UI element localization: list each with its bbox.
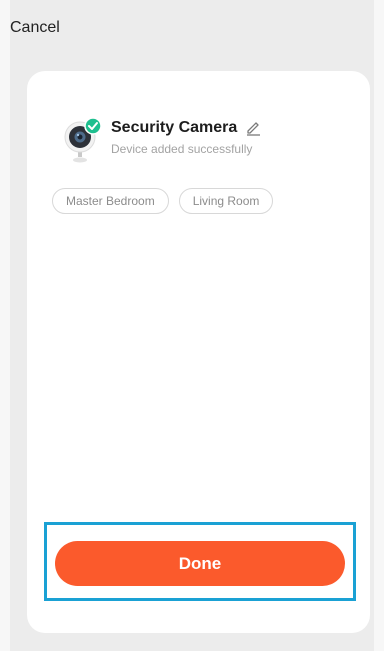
cancel-button[interactable]: Cancel [10, 19, 60, 37]
room-chip-living-room[interactable]: Living Room [178, 188, 274, 214]
done-button[interactable]: Done [55, 541, 345, 586]
device-summary: Security Camera Device added successfull… [63, 117, 343, 167]
room-chip-master-bedroom[interactable]: Master Bedroom [52, 188, 169, 214]
device-name-row: Security Camera [111, 119, 261, 137]
room-selector: Master Bedroom Living Room [52, 188, 274, 214]
device-status-text: Device added successfully [111, 142, 253, 156]
pencil-icon[interactable] [245, 120, 261, 136]
security-camera-icon [64, 117, 102, 163]
left-frame-edge [0, 0, 10, 651]
right-frame-edge [374, 0, 384, 651]
device-name: Security Camera [111, 119, 238, 136]
check-badge-icon [84, 117, 102, 135]
